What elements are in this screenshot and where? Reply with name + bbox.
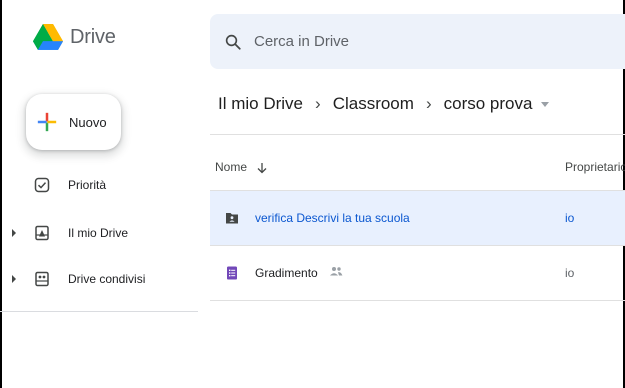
search-input[interactable]	[254, 33, 574, 50]
chevron-right-icon: ›	[315, 94, 321, 113]
arrow-down-icon[interactable]	[256, 162, 268, 174]
sidebar-divider	[0, 311, 198, 312]
new-button[interactable]: Nuovo	[26, 94, 121, 150]
file-name[interactable]: Gradimento	[255, 266, 318, 280]
sidebar-item-shared-drives[interactable]: Drive condivisi	[0, 264, 200, 294]
sidebar-item-label: Priorità	[68, 178, 107, 192]
new-button-label: Nuovo	[69, 114, 107, 130]
sidebar-item-priority[interactable]: Priorità	[0, 170, 200, 200]
breadcrumb: Il mio Drive › Classroom › corso prova	[216, 94, 550, 114]
google-forms-icon	[227, 266, 237, 280]
table-row[interactable]: Gradimento io	[210, 246, 625, 301]
priority-check-icon	[34, 177, 50, 193]
shared-folder-icon	[226, 213, 238, 224]
breadcrumb-current-folder[interactable]: corso prova	[442, 94, 535, 114]
divider	[210, 134, 625, 135]
sidebar-item-label: Drive condivisi	[68, 272, 146, 286]
sidebar-item-label: Il mio Drive	[68, 226, 129, 240]
expand-arrow-icon[interactable]	[12, 275, 16, 283]
shared-drives-icon	[35, 271, 49, 287]
chevron-right-icon: ›	[425, 94, 432, 113]
search-bar[interactable]	[210, 14, 625, 69]
expand-arrow-icon[interactable]	[12, 229, 16, 237]
column-header-label: Proprietario	[565, 160, 625, 174]
shared-people-icon	[330, 267, 343, 276]
breadcrumb-classroom[interactable]: Classroom	[331, 94, 416, 114]
column-header-owner[interactable]: Proprietario	[565, 160, 625, 174]
app-name: Drive	[70, 26, 116, 48]
plus-icon	[37, 112, 57, 132]
table-row[interactable]: verifica Descrivi la tua scuola io	[210, 191, 625, 246]
sidebar-item-my-drive[interactable]: Il mio Drive	[0, 218, 200, 248]
file-name[interactable]: verifica Descrivi la tua scuola	[255, 211, 410, 225]
owner: io	[565, 211, 575, 225]
breadcrumb-my-drive[interactable]: Il mio Drive	[216, 94, 305, 114]
drive-logo-icon	[33, 24, 63, 50]
divider	[210, 300, 625, 301]
column-header-name[interactable]: Nome	[215, 160, 268, 174]
search-icon[interactable]	[224, 33, 242, 51]
drive-logo[interactable]: Drive	[33, 24, 116, 51]
my-drive-icon	[35, 225, 49, 241]
column-header-label: Nome	[215, 160, 248, 174]
dropdown-arrow-icon[interactable]	[541, 101, 550, 107]
owner: io	[565, 266, 575, 280]
